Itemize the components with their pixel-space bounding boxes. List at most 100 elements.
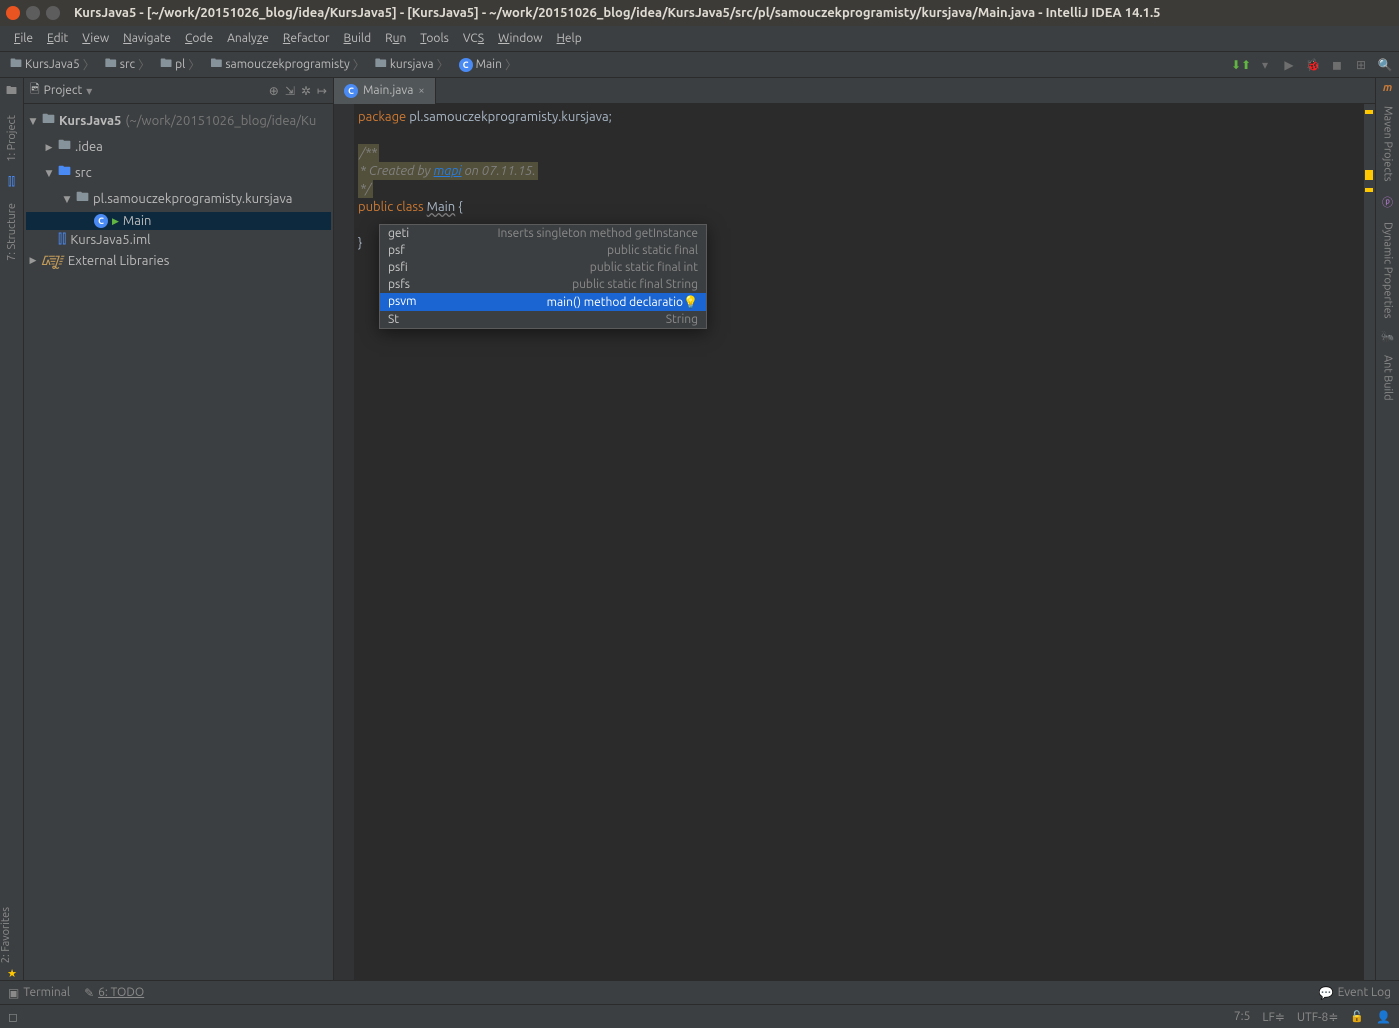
maven-tool-icon[interactable]: m: [1383, 82, 1392, 94]
expand-arrow-icon[interactable]: ▶: [28, 255, 38, 266]
tree-iml-file[interactable]: ⫿⫿ KursJava5.iml: [26, 230, 331, 249]
tab-close-icon[interactable]: ×: [418, 85, 424, 97]
make-project-icon[interactable]: ⬇⬆: [1233, 57, 1249, 73]
completion-item[interactable]: psfspublic static final String: [380, 276, 706, 293]
menu-help[interactable]: Help: [551, 29, 588, 48]
tree-main-class[interactable]: C ▶ Main: [26, 212, 331, 230]
window-close-button[interactable]: [6, 6, 20, 20]
intention-bulb-icon[interactable]: 💡: [683, 296, 698, 309]
search-icon[interactable]: 🔍: [1377, 57, 1393, 73]
completion-item[interactable]: psfipublic static final int: [380, 259, 706, 276]
terminal-tool-button[interactable]: ▣Terminal: [8, 986, 70, 1000]
menu-tools[interactable]: Tools: [414, 29, 455, 48]
project-tree[interactable]: ▼ 🖿 KursJava5 (~/work/20151026_blog/idea…: [24, 104, 333, 276]
breadcrumb-item[interactable]: 🖿KursJava5〉: [6, 52, 99, 77]
run-icon[interactable]: ▶: [1281, 57, 1297, 73]
author-link[interactable]: mapi: [434, 164, 462, 178]
breadcrumb-item[interactable]: 🖿pl〉: [156, 52, 204, 77]
completion-item[interactable]: StString: [380, 311, 706, 328]
event-log-button[interactable]: 💬Event Log: [1319, 986, 1391, 1000]
dynamic-properties-button[interactable]: Dynamic Properties: [1382, 218, 1394, 323]
scroll-from-source-icon[interactable]: ⊕: [269, 84, 279, 98]
left-bottom-gutter: 2: Favorites ★: [0, 903, 24, 980]
ant-build-icon[interactable]: 🐜: [1381, 330, 1395, 343]
expand-arrow-icon[interactable]: ▼: [28, 116, 38, 127]
run-config-dropdown[interactable]: ▾: [1257, 57, 1273, 73]
tree-src-folder[interactable]: ▼ 🖿 src: [26, 160, 331, 186]
breadcrumb-label: samouczekprogramisty: [225, 58, 349, 71]
editor-tab[interactable]: C Main.java ×: [334, 78, 436, 104]
tree-package[interactable]: ▼ 🖿 pl.samouczekprogramisty.kursjava: [26, 186, 331, 212]
main-area: 🖿 1: Project ⫿⫿ 7: Structure 🖻 Project ▾…: [0, 78, 1399, 980]
favorites-tool-button[interactable]: 2: Favorites: [0, 903, 12, 967]
ant-build-button[interactable]: Ant Build: [1382, 351, 1394, 405]
breadcrumb-label: Main: [476, 58, 502, 71]
settings-gear-icon[interactable]: ✲: [301, 84, 311, 98]
warning-marker[interactable]: [1365, 110, 1373, 114]
tree-external-libraries[interactable]: ▶ ᳄ External Libraries: [26, 249, 331, 272]
maven-tool-button[interactable]: Maven Projects: [1382, 102, 1394, 186]
menu-navigate[interactable]: Navigate: [117, 29, 177, 48]
warning-marker[interactable]: [1365, 170, 1373, 180]
debug-icon[interactable]: 🐞: [1305, 57, 1321, 73]
package-path: pl.samouczekprogramisty.kursjava: [409, 110, 608, 124]
file-encoding[interactable]: UTF-8≑: [1297, 1010, 1339, 1024]
libraries-icon: ᳄: [42, 251, 64, 270]
project-tool-button[interactable]: 1: Project: [6, 111, 18, 166]
todo-tool-button[interactable]: ✎6: TODO: [84, 986, 144, 1000]
completion-item[interactable]: psfpublic static final: [380, 242, 706, 259]
breadcrumb-label: kursjava: [390, 58, 434, 71]
completion-item[interactable]: getiInserts singleton method getInstance: [380, 225, 706, 242]
expand-arrow-icon[interactable]: ▶: [44, 142, 54, 153]
view-mode-dropdown[interactable]: ▾: [86, 84, 92, 98]
menu-build[interactable]: Build: [338, 29, 378, 48]
menu-window[interactable]: Window: [492, 29, 548, 48]
error-stripe[interactable]: [1363, 104, 1375, 980]
menu-code[interactable]: Code: [179, 29, 219, 48]
tree-path: (~/work/20151026_blog/idea/Ku: [125, 114, 316, 128]
breadcrumb-item[interactable]: 🖿samouczekprogramisty〉: [206, 52, 368, 77]
tool-window-quick-access[interactable]: ◻: [8, 1010, 18, 1024]
window-titlebar: KursJava5 - [~/work/20151026_blog/idea/K…: [0, 0, 1399, 26]
completion-item-selected[interactable]: psvmmain() method declaratio💡: [380, 293, 706, 311]
warning-marker[interactable]: [1365, 188, 1373, 192]
favorites-star-icon[interactable]: ★: [0, 967, 24, 980]
caret-position[interactable]: 7:5: [1234, 1010, 1251, 1023]
tree-idea-folder[interactable]: ▶ 🖿 .idea: [26, 134, 331, 160]
menu-refactor[interactable]: Refactor: [277, 29, 336, 48]
breadcrumb-item[interactable]: 🖿src〉: [101, 52, 154, 77]
runnable-icon: ▶: [112, 216, 119, 227]
window-maximize-button[interactable]: [46, 6, 60, 20]
project-structure-icon[interactable]: ⊞: [1353, 57, 1369, 73]
tree-label: KursJava5: [59, 114, 121, 128]
line-separator[interactable]: LF≑: [1262, 1010, 1284, 1024]
collapse-all-icon[interactable]: ⇲: [285, 84, 295, 98]
code-completion-popup[interactable]: getiInserts singleton method getInstance…: [379, 224, 707, 329]
menu-analyze[interactable]: Analyze: [221, 29, 275, 48]
expand-arrow-icon[interactable]: ▼: [44, 168, 54, 179]
breadcrumb-item[interactable]: CMain〉: [455, 54, 521, 75]
structure-tool-button[interactable]: 7: Structure: [6, 199, 18, 265]
hide-panel-icon[interactable]: ↦: [317, 84, 327, 98]
menu-file[interactable]: File: [8, 29, 39, 48]
stop-icon[interactable]: ◼: [1329, 57, 1345, 73]
structure-tool-icon[interactable]: ⫿⫿: [8, 176, 15, 189]
window-minimize-button[interactable]: [26, 6, 40, 20]
code-editor[interactable]: package pl.samouczekprogramisty.kursjava…: [334, 104, 1375, 980]
main-menubar: File Edit View Navigate Code Analyze Ref…: [0, 26, 1399, 52]
project-panel-title: Project: [44, 84, 83, 97]
menu-run[interactable]: Run: [379, 29, 412, 48]
folder-icon: 🖿: [375, 54, 387, 75]
inspection-profile-icon[interactable]: 👤: [1376, 1010, 1391, 1024]
folder-icon: 🖿: [210, 54, 222, 75]
menu-view[interactable]: View: [76, 29, 115, 48]
menu-edit[interactable]: Edit: [41, 29, 74, 48]
breadcrumb-item[interactable]: 🖿kursjava〉: [371, 52, 453, 77]
expand-arrow-icon[interactable]: ▼: [62, 194, 72, 205]
project-tool-icon[interactable]: 🖿: [6, 82, 17, 101]
dynamic-properties-icon[interactable]: ⓟ: [1382, 194, 1393, 210]
tree-project-root[interactable]: ▼ 🖿 KursJava5 (~/work/20151026_blog/idea…: [26, 108, 331, 134]
project-panel: 🖻 Project ▾ ⊕ ⇲ ✲ ↦ ▼ 🖿 KursJava5 (~/wor…: [24, 78, 334, 980]
menu-vcs[interactable]: VCS: [457, 29, 490, 48]
readonly-lock-icon[interactable]: 🔓: [1350, 1010, 1364, 1023]
